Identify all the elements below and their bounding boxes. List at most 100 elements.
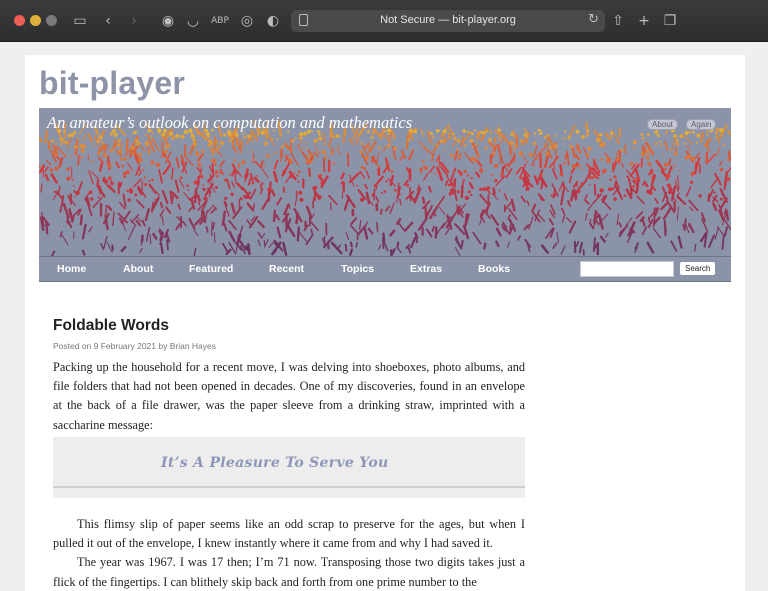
- plant-blossom: [713, 191, 716, 194]
- privacy-icon[interactable]: ◉: [158, 11, 178, 31]
- plant-stroke: [79, 214, 83, 226]
- plant-stroke: [686, 144, 691, 153]
- plant-stroke: [349, 224, 360, 236]
- plant-blossom: [261, 182, 264, 185]
- extension-icon[interactable]: ◎: [237, 11, 257, 31]
- plant-blossom: [110, 181, 114, 186]
- plant-blossom: [606, 159, 611, 164]
- about-button[interactable]: About: [647, 119, 678, 130]
- plant-blossom: [195, 151, 200, 156]
- plant-blossom: [60, 142, 63, 145]
- plant-blossom: [101, 141, 104, 144]
- plant-blossom: [362, 166, 366, 170]
- plant-blossom: [251, 182, 254, 185]
- plant-stroke: [253, 176, 260, 183]
- minimize-window-button[interactable]: [30, 15, 41, 26]
- nav-home[interactable]: Home: [57, 263, 86, 275]
- plant-stroke: [403, 221, 414, 232]
- site-title[interactable]: bit-player: [39, 65, 185, 102]
- again-button[interactable]: Again: [686, 119, 717, 130]
- back-icon[interactable]: ‹: [98, 11, 118, 31]
- forward-icon[interactable]: ›: [124, 11, 144, 31]
- plant-stroke: [558, 180, 564, 192]
- plant-blossom: [377, 165, 381, 168]
- nav-books[interactable]: Books: [478, 263, 510, 275]
- plant-blossom: [726, 158, 730, 162]
- plant-blossom: [214, 148, 219, 153]
- plant-stroke: [228, 220, 237, 230]
- plant-blossom: [562, 137, 566, 140]
- plant-blossom: [296, 174, 299, 177]
- shield-icon[interactable]: ◐: [263, 11, 283, 31]
- plant-stroke: [169, 190, 173, 205]
- plant-stroke: [538, 151, 543, 169]
- search-input[interactable]: [580, 261, 674, 277]
- plant-blossom: [412, 198, 417, 202]
- plant-stroke: [260, 166, 269, 179]
- plant-stroke: [231, 168, 236, 177]
- plant-stroke: [281, 162, 291, 177]
- plant-stroke: [273, 159, 279, 170]
- plant-blossom: [421, 131, 423, 134]
- plant-stroke: [246, 219, 252, 226]
- nav-featured[interactable]: Featured: [189, 263, 233, 275]
- plant-stroke: [552, 242, 558, 249]
- plant-blossom: [67, 133, 72, 138]
- adblock-icon[interactable]: ABP: [210, 11, 230, 31]
- plant-stroke: [479, 209, 485, 219]
- sidebar-icon[interactable]: ▭: [70, 11, 90, 31]
- plant-blossom: [370, 135, 374, 139]
- nav-recent[interactable]: Recent: [269, 263, 304, 275]
- tab-overview-icon[interactable]: ❐: [660, 11, 680, 31]
- plant-blossom: [359, 150, 363, 154]
- plant-blossom: [628, 164, 631, 166]
- plant-blossom: [70, 176, 73, 178]
- close-window-button[interactable]: [14, 15, 25, 26]
- plant-stroke: [399, 155, 404, 162]
- post-title[interactable]: Foldable Words: [53, 317, 169, 335]
- plant-stroke: [58, 185, 61, 195]
- plant-stroke: [507, 214, 511, 220]
- plant-stroke: [568, 220, 577, 234]
- search-button[interactable]: Search: [680, 262, 716, 275]
- plant-blossom: [228, 173, 231, 176]
- reload-icon[interactable]: ↻: [588, 12, 599, 27]
- plant-blossom: [590, 176, 594, 180]
- plant-blossom: [540, 197, 544, 201]
- plant-stroke: [430, 151, 434, 157]
- plant-blossom: [580, 182, 584, 186]
- plant-blossom: [602, 142, 606, 146]
- post-body-continued: This flimsy slip of paper seems like an …: [53, 515, 525, 591]
- plant-blossom: [450, 136, 452, 139]
- plant-blossom: [449, 182, 454, 187]
- plant-blossom: [193, 180, 198, 185]
- nav-extras[interactable]: Extras: [410, 263, 442, 275]
- plant-blossom: [250, 150, 253, 153]
- plant-blossom: [467, 130, 470, 133]
- browser-toolbar: ▭ ‹ › ◉ ◡ ABP ◎ ◐ Not Secure — bit-playe…: [0, 0, 768, 42]
- plant-stroke: [453, 150, 459, 161]
- pocket-icon[interactable]: ◡: [183, 11, 203, 31]
- plant-stroke: [193, 230, 199, 236]
- plant-blossom: [470, 193, 473, 197]
- nav-about[interactable]: About: [123, 263, 153, 275]
- share-icon[interactable]: ⇧: [608, 11, 628, 31]
- plant-stroke: [726, 166, 731, 174]
- plant-stroke: [226, 178, 231, 190]
- plant-blossom: [463, 144, 467, 147]
- plant-blossom: [647, 161, 651, 166]
- plant-blossom: [299, 197, 304, 202]
- address-bar[interactable]: Not Secure — bit-player.org ↻: [291, 10, 605, 32]
- plant-blossom: [141, 168, 145, 172]
- plant-stroke: [174, 179, 180, 193]
- plant-blossom: [440, 139, 444, 144]
- web-page: bit-player An amateur’s outlook on compu…: [25, 55, 745, 591]
- plant-stroke: [305, 234, 314, 246]
- plant-blossom: [249, 176, 253, 180]
- plant-blossom: [305, 142, 308, 145]
- nav-topics[interactable]: Topics: [341, 263, 374, 275]
- zoom-window-button[interactable]: [46, 15, 57, 26]
- plant-blossom: [216, 174, 219, 178]
- plant-blossom: [520, 139, 524, 143]
- new-tab-icon[interactable]: +: [634, 11, 654, 31]
